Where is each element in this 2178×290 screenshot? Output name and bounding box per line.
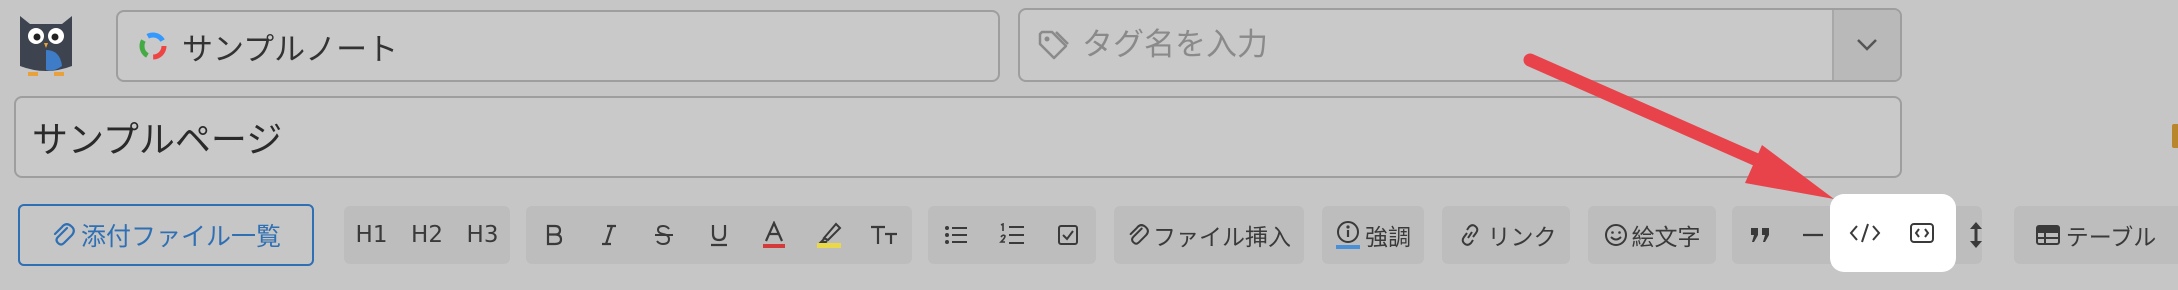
link-button[interactable]: リンク [1442,206,1570,264]
strikethrough-icon [654,224,673,246]
file-insert-label: ファイル挿入 [1153,225,1291,251]
paperclip-icon [53,223,75,246]
resize-button[interactable] [1956,206,1996,264]
h2-button[interactable]: H2 [399,206,455,264]
tag-input-box[interactable] [1018,8,1902,82]
side-panel-tab[interactable] [2172,124,2178,148]
italic-icon [601,224,616,246]
table-label: テーブル [2065,225,2157,251]
underline-icon [710,225,727,247]
heading-group: H1 H2 H3 [344,206,510,264]
horizontal-rule-icon [1803,233,1823,237]
bullet-list-icon [945,226,967,244]
chevron-down-icon [1857,39,1877,51]
attachments-label: 添付ファイル一覧 [80,222,281,251]
resize-group [1956,206,1996,264]
underline-button[interactable] [691,206,746,264]
note-name: サンプルノート [182,31,399,68]
code-box-icon [1909,223,1934,243]
page-title-input[interactable]: サンプルページ [14,96,1902,178]
bullet-list-button[interactable] [928,206,984,264]
text-color-button[interactable] [746,206,801,264]
tag-icon [1038,30,1069,60]
tag-input[interactable] [1080,10,1832,80]
page-title: サンプルページ [32,120,283,161]
checkbox-icon [1058,225,1078,245]
emoji-label: 絵文字 [1631,225,1701,251]
code-buttons-highlight [1830,194,1956,272]
paperclip-icon [1129,224,1149,245]
highlighter-icon [816,222,841,248]
smiley-icon [1604,224,1627,246]
font-size-button[interactable] [856,206,912,264]
emphasis-group: 強調 [1322,206,1424,264]
file-insert-group: ファイル挿入 [1114,206,1304,264]
note-selector[interactable]: サンプルノート [116,10,1000,82]
link-icon [1461,224,1478,246]
tag-dropdown-button[interactable] [1832,10,1900,80]
list-group [928,206,1096,264]
numbered-list-button[interactable] [984,206,1040,264]
info-icon [1336,221,1360,249]
code-block-button[interactable] [1837,194,1893,272]
code-icon [1849,223,1880,243]
app-logo [14,10,78,82]
h2-label: H2 [411,222,443,248]
bold-icon [546,224,562,246]
bold-button[interactable] [526,206,581,264]
vertical-resize-icon [1970,222,1982,248]
note-color-icon [139,32,167,60]
blockquote-button[interactable] [1732,206,1788,264]
font-size-icon [871,225,897,244]
strikethrough-button[interactable] [636,206,691,264]
emphasis-label: 強調 [1365,225,1411,251]
highlight-button[interactable] [801,206,856,264]
text-color-icon [762,221,785,248]
emoji-button[interactable]: 絵文字 [1588,206,1716,264]
h1-label: H1 [355,222,388,248]
format-group [526,206,912,264]
inline-code-button[interactable] [1894,194,1950,272]
link-label: リンク [1487,225,1557,251]
italic-button[interactable] [581,206,636,264]
h3-button[interactable]: H3 [455,206,510,264]
quote-icon [1751,228,1769,242]
attachments-list-button[interactable]: 添付ファイル一覧 [18,204,314,266]
table-button[interactable]: テーブル [2014,206,2178,264]
h1-button[interactable]: H1 [344,206,399,264]
emoji-group: 絵文字 [1588,206,1716,264]
file-insert-button[interactable]: ファイル挿入 [1114,206,1304,264]
table-group: テーブル [2014,206,2178,264]
checklist-button[interactable] [1040,206,1096,264]
h3-label: H3 [466,222,499,248]
numbered-list-icon [999,223,1024,244]
link-group: リンク [1442,206,1570,264]
emphasis-button[interactable]: 強調 [1322,206,1424,264]
table-icon [2035,225,2060,245]
